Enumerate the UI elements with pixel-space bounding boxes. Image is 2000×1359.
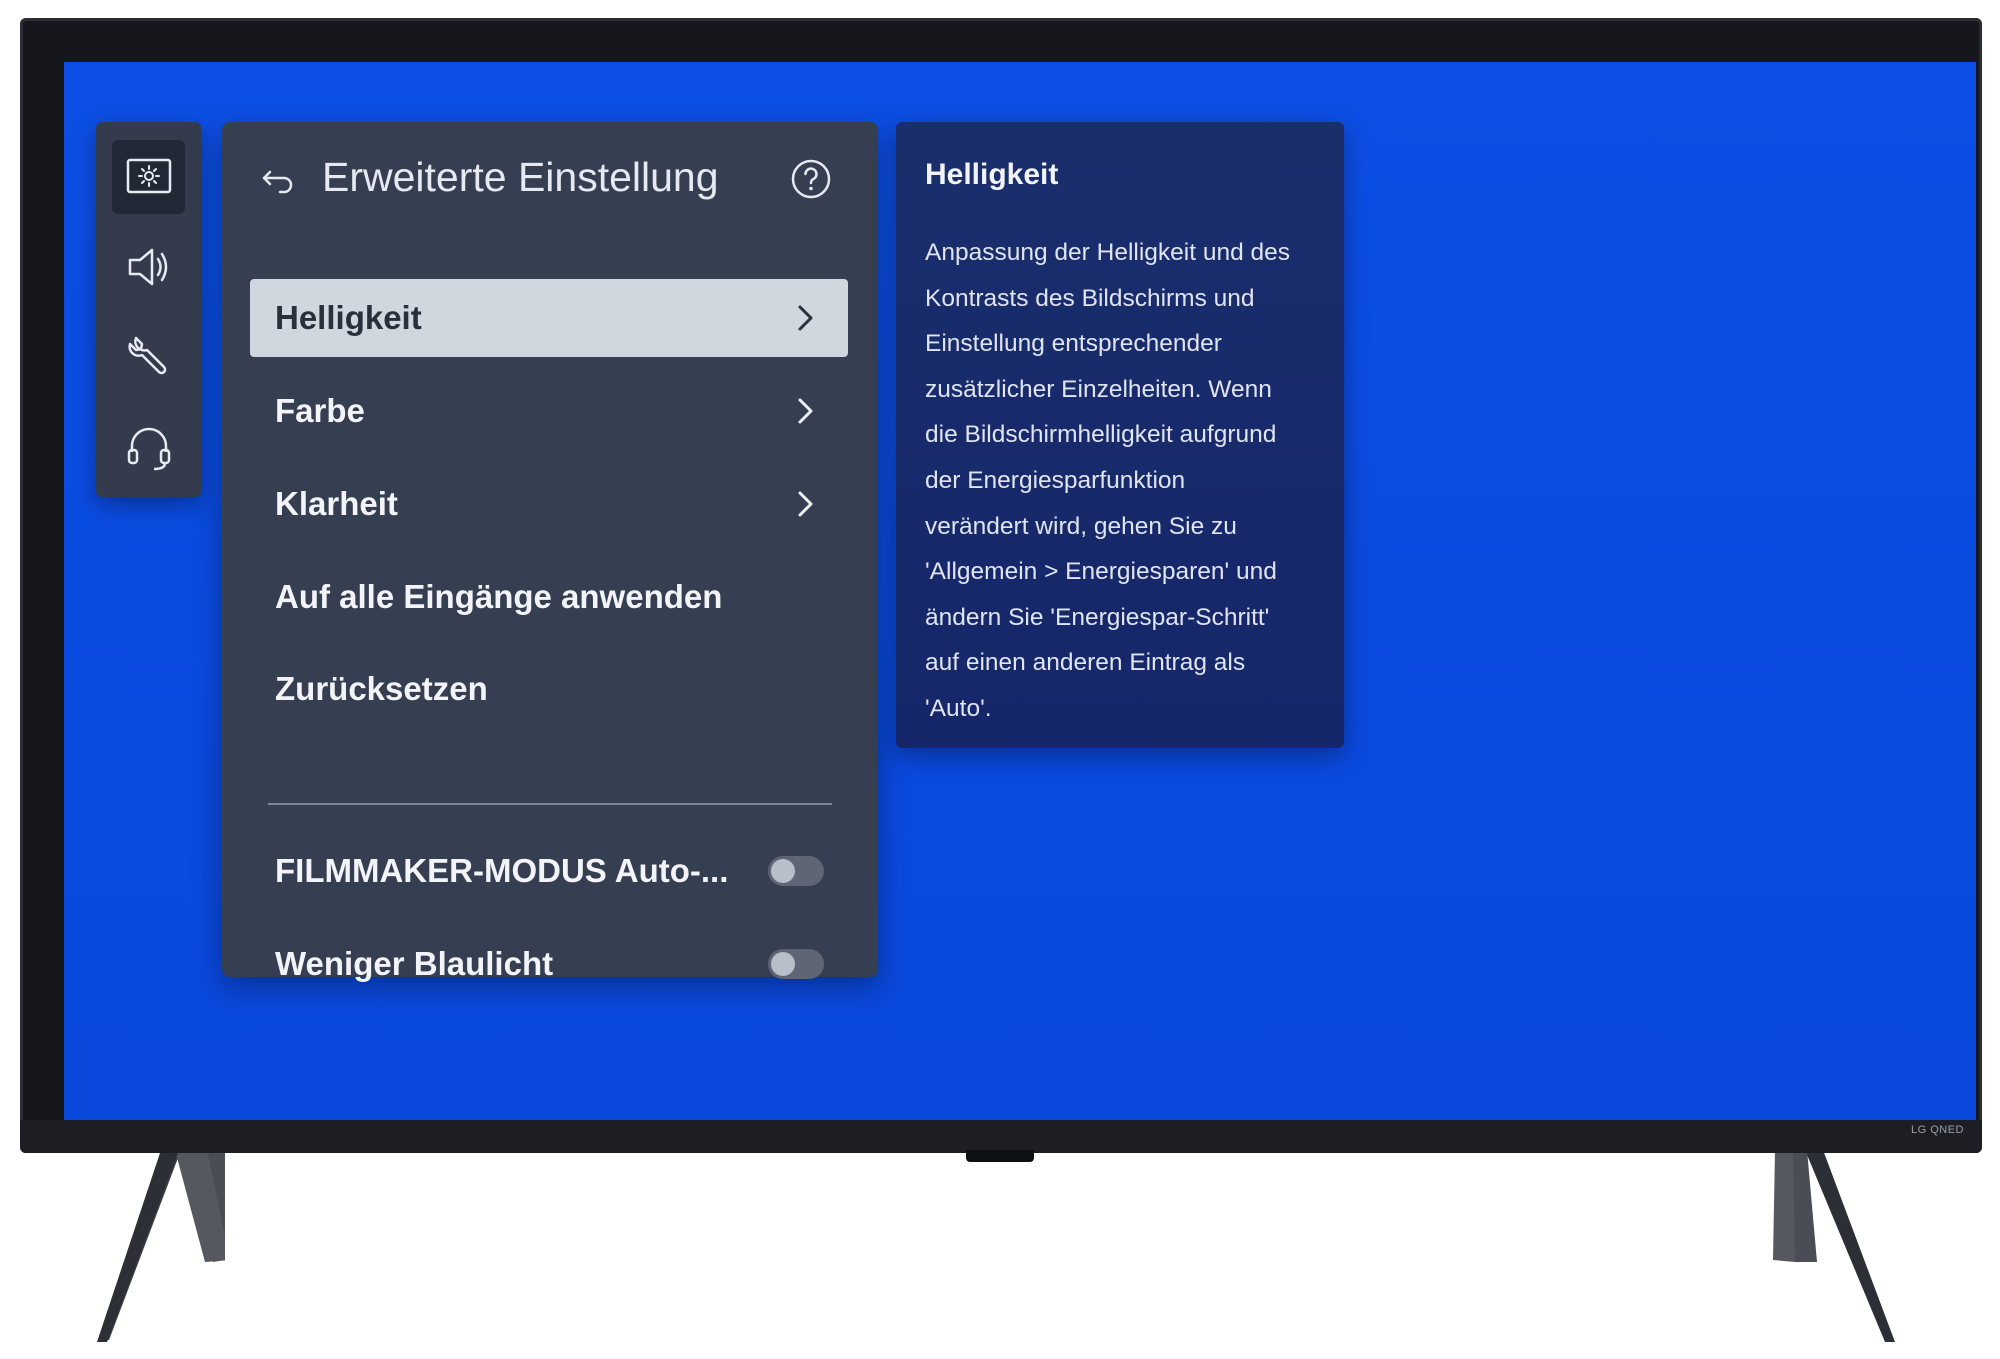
speaker-icon (128, 248, 167, 286)
description-line: die Bildschirmhelligkeit aufgrund (925, 421, 1277, 449)
toggle-row-filmmaker-mode[interactable]: FILMMAKER-MODUS Auto-... (250, 832, 848, 910)
description-line: verändert wird, gehen Sie zu (925, 512, 1237, 540)
tv-stand-left (97, 1150, 225, 1342)
help-icon[interactable] (790, 158, 832, 200)
menu-item-label: Farbe (275, 392, 365, 429)
menu-item-apply-all-inputs[interactable]: Auf alle Eingänge anwenden (250, 558, 848, 636)
tv-bottom-bezel (20, 1120, 1982, 1153)
description-line: ändern Sie 'Energiespar-Schritt' (925, 603, 1270, 631)
wrench-icon (127, 336, 166, 375)
menu-item-klarheit[interactable]: Klarheit (250, 465, 848, 543)
description-line: Einstellung entsprechender (925, 330, 1222, 358)
description-line: 'Allgemein > Energiesparen' und (925, 558, 1277, 586)
tv-sensor-notch (966, 1150, 1034, 1162)
rail-item-support[interactable] (112, 410, 185, 484)
advanced-settings-panel: Erweiterte Einstellung Helligkeit Farbe (222, 122, 878, 982)
less-blue-light-toggle[interactable] (768, 949, 824, 979)
chevron-right-icon (798, 491, 813, 517)
description-line: der Energiesparfunktion (925, 466, 1186, 494)
description-line: auf einen anderen Eintrag als (925, 649, 1246, 677)
description-line: Anpassung der Helligkeit und des (925, 239, 1291, 266)
toggle-knob (771, 952, 795, 976)
toggle-label: FILMMAKER-MODUS Auto-... (275, 852, 729, 889)
toggle-label: Weniger Blaulicht (275, 945, 554, 982)
menu-item-reset[interactable]: Zurücksetzen (250, 650, 848, 728)
menu-divider (268, 803, 832, 805)
chevron-right-icon (798, 305, 813, 331)
description-panel: Helligkeit Anpassung der Helligkeit und … (896, 122, 1344, 748)
description-text: Anpassung der Helligkeit und des Kontras… (925, 230, 1325, 732)
menu-item-label: Helligkeit (275, 299, 422, 336)
description-title: Helligkeit (925, 158, 1059, 191)
rail-item-general[interactable] (112, 320, 185, 394)
back-arrow-icon[interactable] (260, 162, 296, 198)
settings-category-rail (96, 122, 201, 497)
description-line: Kontrasts des Bildschirms und (925, 284, 1255, 312)
menu-item-helligkeit[interactable]: Helligkeit (250, 279, 848, 357)
menu-item-label: Klarheit (275, 485, 398, 522)
toggle-row-less-blue-light[interactable]: Weniger Blaulicht (250, 925, 848, 1003)
toggle-knob (771, 859, 795, 883)
page-title: Erweiterte Einstellung (322, 154, 719, 200)
chevron-right-icon (798, 398, 813, 424)
menu-item-farbe[interactable]: Farbe (250, 372, 848, 450)
tv-screen: Erweiterte Einstellung Helligkeit Farbe (64, 62, 1976, 1136)
filmmaker-mode-toggle[interactable] (768, 856, 824, 886)
description-line: 'Auto'. (925, 694, 992, 722)
picture-settings-icon (126, 158, 171, 194)
headset-icon (127, 427, 170, 471)
panel-header: Erweiterte Einstellung (222, 122, 878, 242)
description-line: zusätzlicher Einzelheiten. Wenn (925, 375, 1272, 403)
menu-item-label: Zurücksetzen (275, 670, 488, 707)
tv-stand-right (1773, 1150, 1895, 1342)
brand-label: LG QNED (1910, 1124, 1964, 1136)
tv-bezel: Erweiterte Einstellung Helligkeit Farbe (20, 18, 1982, 1153)
menu-item-label: Auf alle Eingänge anwenden (275, 578, 723, 615)
rail-item-sound[interactable] (112, 230, 185, 304)
rail-item-picture[interactable] (112, 140, 185, 214)
